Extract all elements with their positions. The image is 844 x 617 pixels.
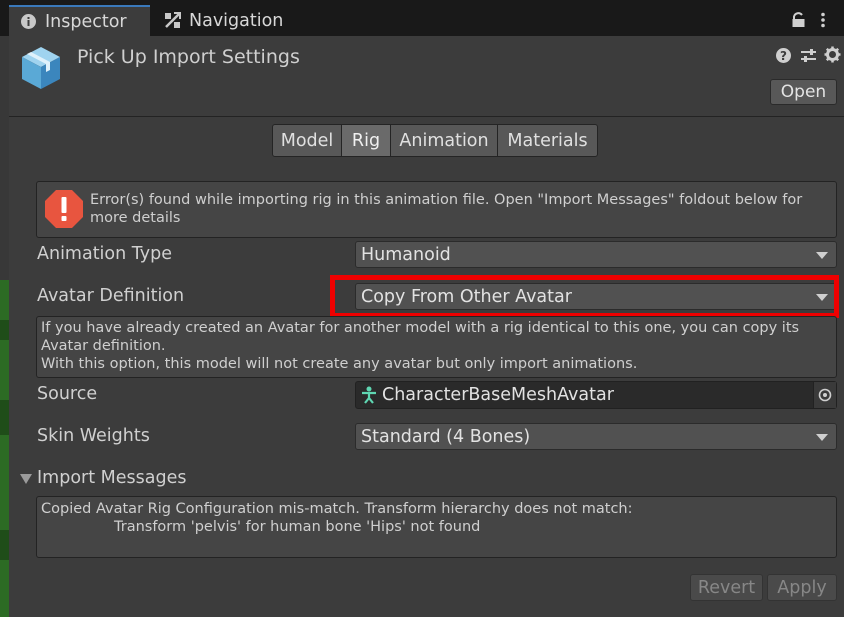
error-icon <box>45 190 83 228</box>
avatar-icon <box>362 386 376 404</box>
scene-background <box>0 280 9 617</box>
animation-type-label: Animation Type <box>37 244 172 264</box>
presets-icon[interactable] <box>800 47 817 64</box>
source-value: CharacterBaseMeshAvatar <box>382 385 614 405</box>
tab-navigation[interactable]: Navigation <box>160 5 320 36</box>
avatar-definition-label: Avatar Definition <box>37 286 185 306</box>
tab-inspector-label: Inspector <box>45 11 127 32</box>
foldout-expanded-icon[interactable] <box>20 474 32 484</box>
import-messages-text: Copied Avatar Rig Configuration mis-matc… <box>41 500 831 536</box>
gear-icon[interactable] <box>824 46 841 63</box>
model-asset-icon <box>22 47 60 89</box>
menu-icon[interactable] <box>816 12 830 28</box>
tab-rig[interactable]: Rig <box>341 124 391 157</box>
animation-type-dropdown[interactable]: Humanoid <box>355 241 837 268</box>
tab-animation[interactable]: Animation <box>390 124 498 157</box>
tab-materials[interactable]: Materials <box>497 124 598 157</box>
skin-weights-value: Standard (4 Bones) <box>361 426 531 447</box>
error-message-text: Error(s) found while importing rig in th… <box>90 192 803 226</box>
chevron-down-icon <box>816 434 828 441</box>
skin-weights-label: Skin Weights <box>37 426 150 446</box>
skin-weights-dropdown[interactable]: Standard (4 Bones) <box>355 423 837 450</box>
info-message-text: If you have already created an Avatar fo… <box>41 319 831 373</box>
header-divider <box>9 116 844 117</box>
info-line: With this option, this model will not cr… <box>41 356 638 372</box>
import-messages-foldout[interactable]: Import Messages <box>37 468 186 488</box>
apply-button[interactable]: Apply <box>767 574 837 601</box>
source-label: Source <box>37 384 98 404</box>
navigation-icon <box>165 12 181 28</box>
tab-inspector[interactable]: Inspector <box>9 5 150 36</box>
info-line: If you have already created an Avatar fo… <box>41 320 800 354</box>
animation-type-value: Humanoid <box>361 244 451 265</box>
info-icon <box>21 14 36 29</box>
tab-model[interactable]: Model <box>272 124 342 157</box>
import-message-line: Copied Avatar Rig Configuration mis-matc… <box>41 501 633 517</box>
open-button[interactable]: Open <box>770 79 837 105</box>
target-icon <box>818 388 832 402</box>
lock-icon[interactable] <box>791 12 806 28</box>
revert-button[interactable]: Revert <box>690 574 763 601</box>
object-picker-button[interactable] <box>813 382 836 408</box>
svg-text:?: ? <box>780 49 787 63</box>
source-object-field[interactable]: CharacterBaseMeshAvatar <box>355 381 837 409</box>
help-icon[interactable]: ? <box>775 47 792 64</box>
asset-title: Pick Up Import Settings <box>77 46 300 68</box>
highlight-annotation <box>330 275 839 318</box>
chevron-down-icon <box>816 252 828 259</box>
tab-navigation-label: Navigation <box>189 10 284 31</box>
import-message-line: Transform 'pelvis' for human bone 'Hips'… <box>114 519 481 535</box>
